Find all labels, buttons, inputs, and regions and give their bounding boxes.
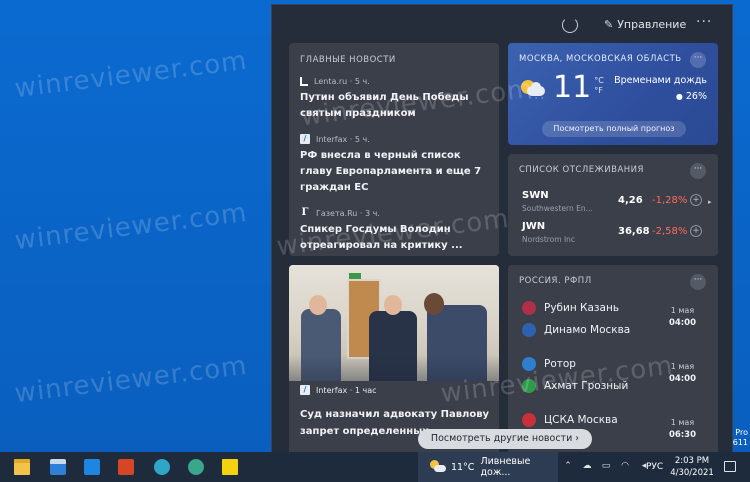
team-name: Ротор [544,358,576,370]
weather-location: МОСКВА, МОСКОВСКАЯ ОБЛАСТЬ [519,54,682,64]
onedrive-icon[interactable]: ☁ [581,460,593,472]
more-news-button[interactable]: Посмотреть другие новости › [418,429,592,449]
news-photo [289,265,499,391]
weather-card[interactable]: МОСКВА, МОСКОВСКАЯ ОБЛАСТЬ ··· ' ' ' 11 … [508,43,718,145]
stock-symbol: JWN [522,221,546,232]
clock-date: 4/30/2021 [670,468,714,478]
temperature-unit[interactable]: °C °F [594,76,604,96]
refresh-icon[interactable] [562,17,578,33]
match-date: 1 мая [670,418,695,427]
team-logo-icon [522,413,536,427]
stock-change: -2,58% [652,226,688,237]
interfax-logo-icon: / [300,134,310,144]
team-name: Ахмат Грозный [544,380,629,392]
news-headline[interactable]: Путин объявил День Победы святым праздни… [300,90,488,122]
photo-news-card[interactable]: / Interfax · 1 час Суд назначил адвокату… [289,265,499,452]
news-source: Interfax · 5 ч. [316,134,370,144]
store-icon[interactable] [50,459,66,475]
team-logo-icon [522,379,536,393]
partly-cloudy-rain-icon: ' ' ' [519,78,547,104]
stock-price: 4,26 [618,195,643,206]
language-indicator[interactable]: РУС [646,462,663,472]
clock-time: 2:03 PM [674,456,710,466]
desktop-edition-text: Pro 611 [732,428,748,447]
taskbar: 11°C Ливневые дож... ⌃ ☁ ▭ ◠ ◂ РУС 2:03 … [0,452,750,482]
team-name: Динамо Москва [544,324,631,336]
partly-cloudy-icon [430,460,446,474]
weather-precipitation: ● 26% [675,91,707,102]
stock-row[interactable]: JWN Nordstrom Inc 36,68 -2,58% + [522,221,712,251]
add-stock-icon[interactable]: + [690,225,702,237]
match-item[interactable]: Ротор Ахмат Грозный 1 мая 04:00 [522,355,710,399]
weather-condition: Временами дождь [614,75,707,86]
news-source: Lenta.ru · 5 ч. [314,77,370,86]
match-date: 1 мая [670,362,695,371]
news-headline[interactable]: РФ внесла в черный список главу Европарл… [300,148,488,196]
add-stock-icon[interactable]: + [690,194,702,206]
notification-icon[interactable] [724,461,736,472]
match-time: 04:00 [668,318,696,328]
clock[interactable]: 2:03 PM 4/30/2021 [668,455,716,479]
panel-header: ✎ Управление ··· [272,5,732,43]
wifi-icon[interactable]: ◠ [619,460,631,472]
watchlist-card: СПИСОК ОТСЛЕЖИВАНИЯ ··· SWN Southwestern… [508,154,718,256]
sticky-notes-icon[interactable] [222,459,238,475]
weather-more-button[interactable]: ··· [690,52,706,68]
news-headline[interactable]: Спикер Госдумы Володин отреагировал на к… [300,222,488,254]
chevron-up-icon[interactable]: ⌃ [562,460,574,472]
full-forecast-button[interactable]: Посмотреть полный прогноз [542,121,686,137]
stock-price: 36,68 [618,226,650,237]
raindrop-icon: ● [675,92,683,101]
match-date: 1 мая [670,306,695,315]
file-explorer-icon[interactable] [14,459,30,475]
weather-temperature: 11 [553,70,592,105]
stock-name: Southwestern En... [522,204,593,213]
watchlist-next-arrow-icon[interactable]: ▸ [708,198,712,206]
widgets-panel: ✎ Управление ··· ГЛАВНЫЕ НОВОСТИ Lenta.r… [271,4,733,452]
news-source: Газета.Ru · 3 ч. [316,208,380,218]
gazeta-logo-icon: Г [301,207,309,218]
sports-more-button[interactable]: ··· [690,274,706,290]
team-name: Рубин Казань [544,302,620,314]
system-tray: ⌃ ☁ ▭ ◠ ◂ [562,460,650,472]
top-news-title: ГЛАВНЫЕ НОВОСТИ [300,55,396,65]
stock-row[interactable]: SWN Southwestern En... 4,26 -1,28% + [522,190,712,220]
taskbar-weather-text: Ливневые дож... [480,456,531,478]
network-icon[interactable]: ▭ [600,460,612,472]
taskbar-weather-button[interactable]: 11°C Ливневые дож... [418,452,558,482]
watchlist-more-button[interactable]: ··· [690,163,706,179]
team-name: ЦСКА Москва [544,414,618,426]
panel-more-button[interactable]: ··· [696,14,712,30]
match-item[interactable]: Рубин Казань Динамо Москва 1 мая 04:00 [522,299,710,343]
edge-dev-icon[interactable] [188,459,204,475]
stock-symbol: SWN [522,190,549,201]
team-logo-icon [522,301,536,315]
news-item[interactable]: Lenta.ru · 5 ч. Путин объявил День Побед… [300,77,488,122]
mail-icon[interactable] [84,459,100,475]
sports-card: РОССИЯ. РФПЛ ··· Рубин Казань Динамо Мос… [508,265,718,452]
news-item[interactable]: / Interfax · 5 ч. РФ внесла в черный спи… [300,134,488,196]
team-logo-icon [522,323,536,337]
watchlist-title: СПИСОК ОТСЛЕЖИВАНИЯ [519,165,644,175]
top-news-card: ГЛАВНЫЕ НОВОСТИ Lenta.ru · 5 ч. Путин об… [289,43,499,256]
manage-button[interactable]: ✎ Управление [604,18,686,31]
sports-title: РОССИЯ. РФПЛ [519,276,592,286]
match-time: 04:00 [668,374,696,384]
pencil-icon: ✎ [604,18,614,31]
office-icon[interactable] [118,459,134,475]
team-logo-icon [522,357,536,371]
stock-change: -1,28% [652,195,688,206]
news-item[interactable]: Г Газета.Ru · 3 ч. Спикер Госдумы Володи… [300,208,488,254]
match-time: 06:30 [668,430,696,440]
stock-name: Nordstrom Inc [522,235,576,244]
lenta-logo-icon [300,77,308,86]
edge-icon[interactable] [154,459,170,475]
interfax-logo-icon: / [300,385,310,395]
taskbar-weather-temp: 11°C [450,461,475,473]
news-source: Interfax · 1 час [316,385,377,395]
